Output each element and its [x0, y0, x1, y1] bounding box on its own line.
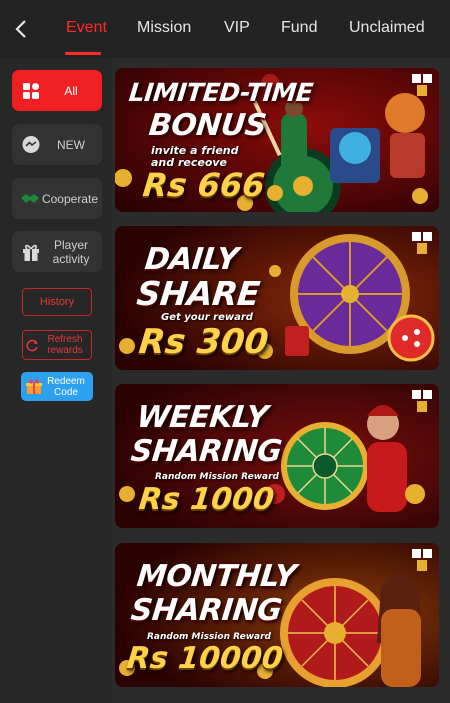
- sidebar-item-all[interactable]: All: [12, 70, 102, 111]
- banner-amount: Rs 666: [141, 166, 267, 204]
- sidebar-item-label: Cooperate: [41, 191, 98, 206]
- redeem-gift-icon: [25, 378, 43, 396]
- banner-title-line2: SHARING: [129, 593, 284, 628]
- event-banner-daily-share[interactable]: DAILY SHARE Get your reward Rs 300: [115, 226, 439, 370]
- redeem-code-button[interactable]: Redeem Code: [21, 372, 93, 401]
- tab-fund[interactable]: Fund: [281, 19, 317, 37]
- active-tab-indicator: [65, 52, 101, 55]
- banner-subtitle: Random Mission Reward: [155, 472, 279, 482]
- sidebar-item-player-activity[interactable]: Player activity: [12, 231, 102, 272]
- banner-title-line2: SHARE: [134, 274, 262, 313]
- banner-title-line1: DAILY: [143, 242, 240, 277]
- brand-logo-icon: [412, 232, 432, 254]
- tab-vip[interactable]: VIP: [224, 19, 250, 37]
- gift-icon: [18, 242, 44, 262]
- sidebar-item-label: All: [64, 83, 78, 98]
- banner-amount: Rs 300: [136, 322, 271, 362]
- sidebar-item-label: NEW: [57, 137, 85, 152]
- history-label: History: [39, 296, 75, 308]
- handshake-icon: [18, 192, 42, 206]
- brand-logo-icon: [412, 74, 432, 96]
- refresh-rewards-button[interactable]: Refresh rewards: [22, 330, 92, 360]
- brand-logo-icon: [412, 390, 432, 412]
- refresh-icon: [26, 339, 39, 352]
- redeem-label: Redeem Code: [47, 375, 85, 398]
- banner-title-line1: MONTHLY: [135, 559, 298, 594]
- banner-title-line2: BONUS: [147, 108, 268, 143]
- tab-event[interactable]: Event: [66, 19, 107, 37]
- event-banner-list: LIMITED-TIME BONUS invite a friend and r…: [112, 58, 450, 703]
- tab-mission[interactable]: Mission: [137, 19, 191, 37]
- grid-icon: [18, 82, 44, 100]
- back-arrow-icon[interactable]: [10, 16, 32, 42]
- banner-title-line1: WEEKLY: [135, 400, 270, 435]
- refresh-label: Refresh rewards: [47, 334, 83, 356]
- event-banner-weekly-sharing[interactable]: WEEKLY SHARING Random Mission Reward Rs …: [115, 384, 439, 528]
- brand-logo-icon: [412, 549, 432, 571]
- banner-title-line2: SHARING: [129, 434, 284, 469]
- event-banner-monthly-sharing[interactable]: MONTHLY SHARING Random Mission Reward Rs…: [115, 543, 439, 687]
- sidebar-item-label: Player activity: [52, 237, 90, 266]
- sidebar-item-cooperate[interactable]: Cooperate: [12, 178, 102, 219]
- tab-unclaimed[interactable]: Unclaimed: [349, 19, 425, 37]
- top-navigation-bar: Event Mission VIP Fund Unclaimed: [0, 0, 450, 58]
- event-banner-limited-time-bonus[interactable]: LIMITED-TIME BONUS invite a friend and r…: [115, 68, 439, 212]
- banner-amount: Rs 10000: [125, 641, 285, 676]
- banner-amount: Rs 1000: [137, 482, 276, 517]
- sidebar-item-new[interactable]: NEW: [12, 124, 102, 165]
- banner-title-line1: LIMITED-TIME: [127, 78, 315, 107]
- messenger-icon: [18, 135, 44, 155]
- history-button[interactable]: History: [22, 288, 92, 316]
